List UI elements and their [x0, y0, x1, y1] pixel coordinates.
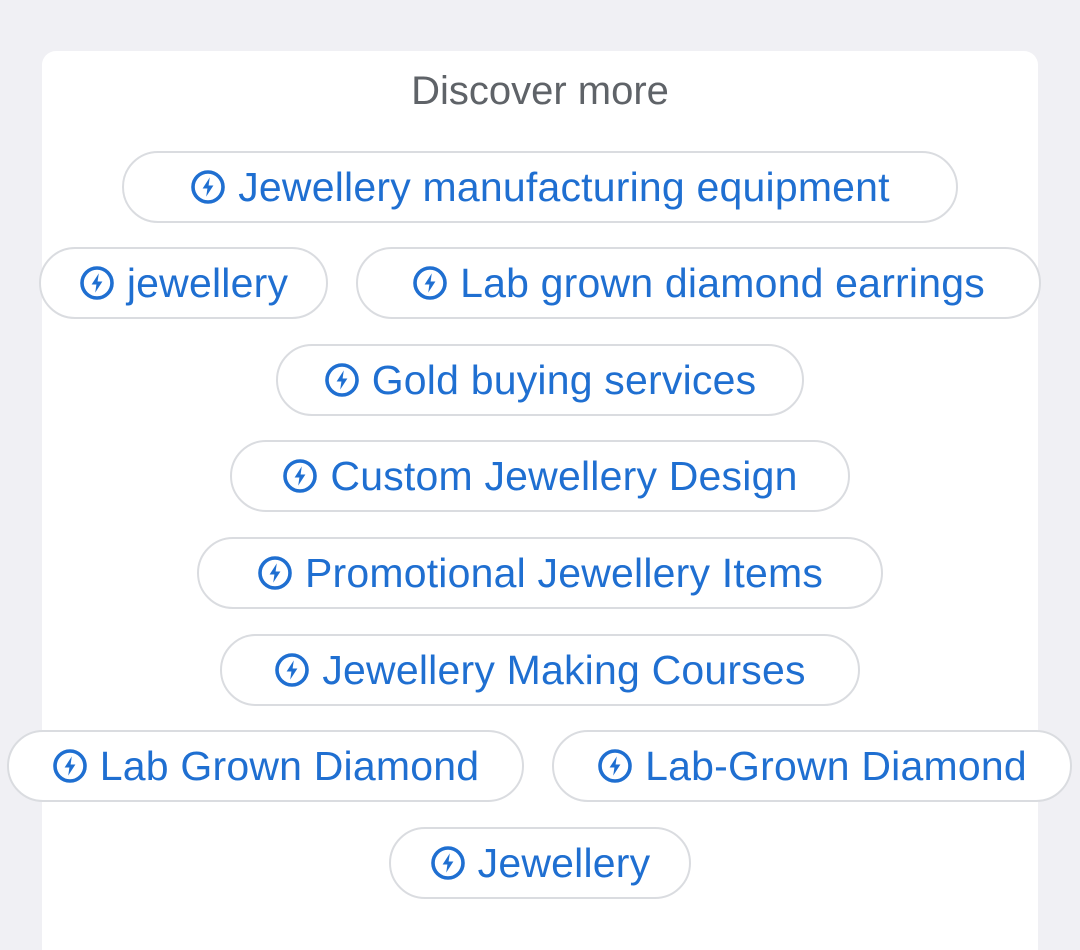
chip-lab-grown-diamond[interactable]: Lab Grown Diamond: [7, 730, 524, 802]
lightning-circle-icon: [324, 362, 360, 398]
lightning-circle-icon: [274, 652, 310, 688]
chip-jewellery-lowercase[interactable]: jewellery: [39, 247, 328, 319]
chip-label: Jewellery manufacturing equipment: [238, 164, 890, 210]
chip-promotional-jewellery-items[interactable]: Promotional Jewellery Items: [197, 537, 883, 609]
chip-gold-buying-services[interactable]: Gold buying services: [276, 344, 804, 416]
chip-jewellery-making-courses[interactable]: Jewellery Making Courses: [220, 634, 860, 706]
lightning-circle-icon: [257, 555, 293, 591]
chip-lab-grown-diamond-hyphen[interactable]: Lab-Grown Diamond: [552, 730, 1072, 802]
section-title: Discover more: [411, 69, 669, 113]
lightning-circle-icon: [597, 748, 633, 784]
chip-custom-jewellery-design[interactable]: Custom Jewellery Design: [230, 440, 850, 512]
lightning-circle-icon: [190, 169, 226, 205]
lightning-circle-icon: [282, 458, 318, 494]
chip-label: Gold buying services: [371, 357, 757, 403]
page: Discover more Jewellery manufacturing eq…: [0, 0, 1080, 950]
chip-label: Promotional Jewellery Items: [304, 550, 824, 596]
chip-label: Lab-Grown Diamond: [645, 743, 1027, 789]
lightning-circle-icon: [430, 845, 466, 881]
chip-label: Jewellery: [477, 840, 651, 886]
chip-label: Lab Grown Diamond: [99, 743, 480, 789]
chip-jewellery[interactable]: Jewellery: [389, 827, 691, 899]
chip-label: Custom Jewellery Design: [330, 453, 798, 499]
lightning-circle-icon: [79, 265, 115, 301]
chip-lab-grown-diamond-earrings[interactable]: Lab grown diamond earrings: [356, 247, 1041, 319]
chip-label: Jewellery Making Courses: [322, 647, 806, 693]
chip-jewellery-manufacturing-equipment[interactable]: Jewellery manufacturing equipment: [122, 151, 958, 223]
chip-label: jewellery: [126, 260, 289, 306]
chip-label: Lab grown diamond earrings: [460, 260, 985, 306]
lightning-circle-icon: [412, 265, 448, 301]
lightning-circle-icon: [52, 748, 88, 784]
